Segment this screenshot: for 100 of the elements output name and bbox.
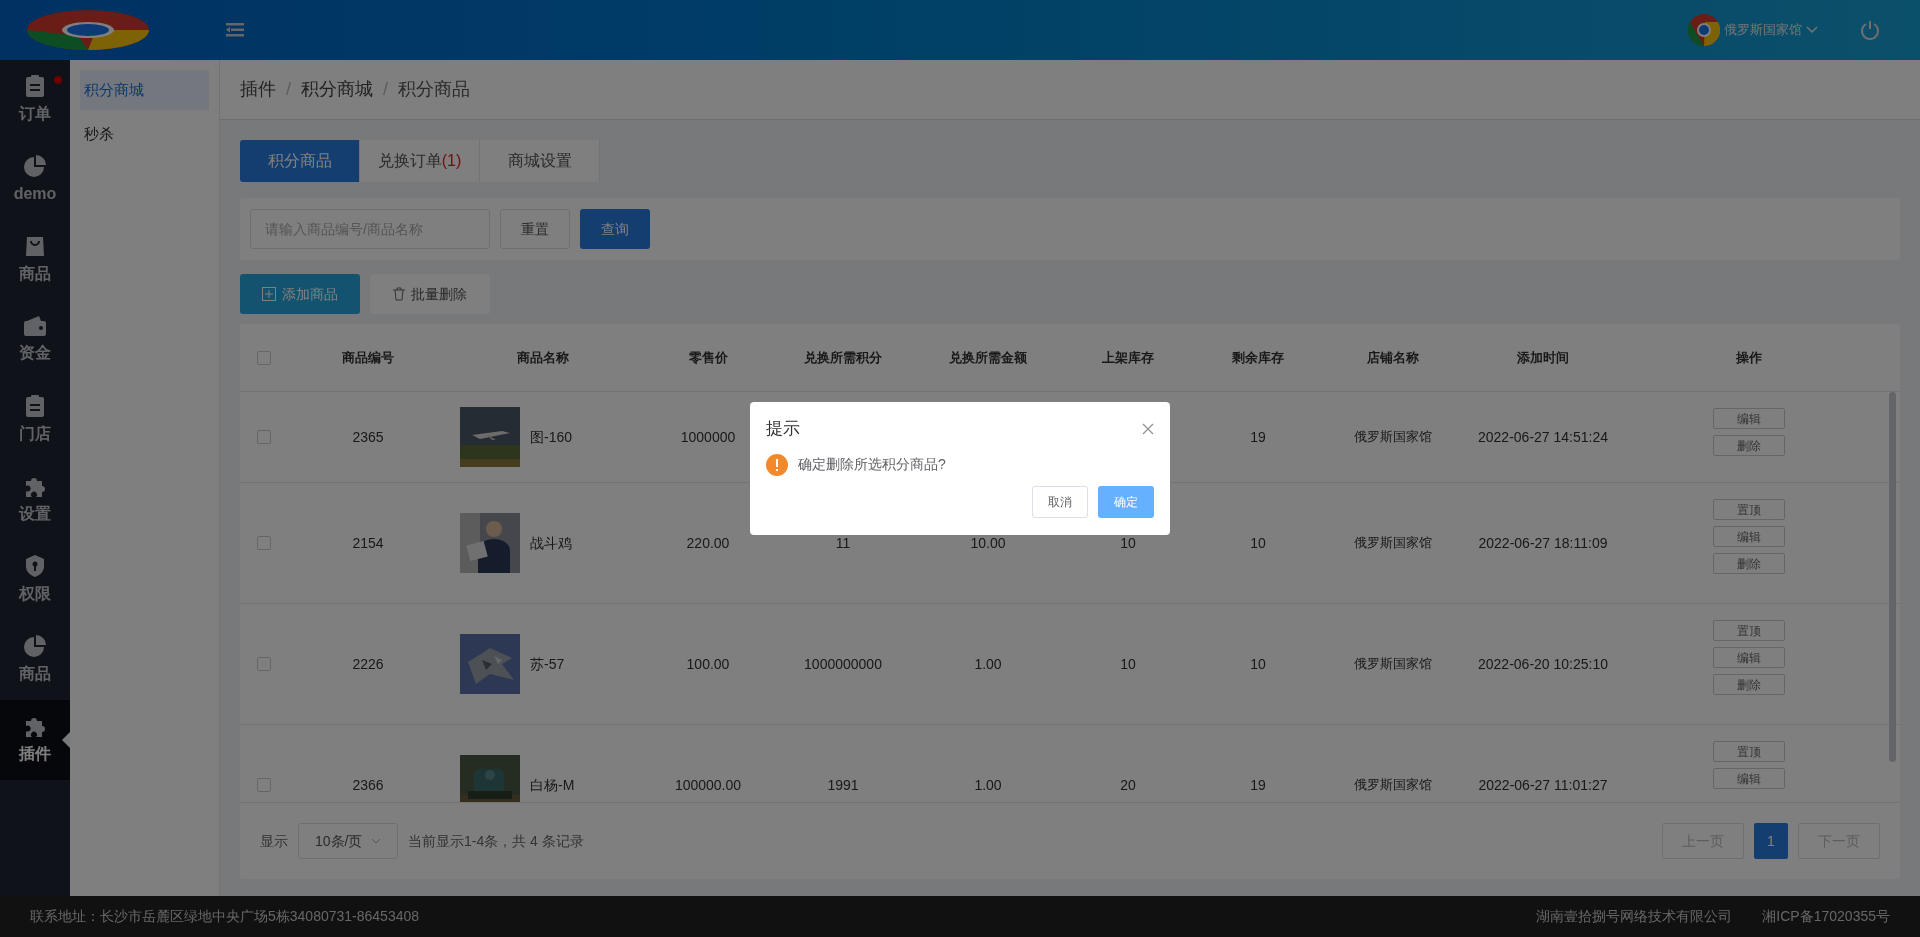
- close-icon[interactable]: [1142, 422, 1154, 435]
- nav-item[interactable]: 订单: [0, 60, 70, 140]
- tab[interactable]: 商城设置: [480, 140, 600, 182]
- wallet-icon: [23, 315, 47, 337]
- table-cell-text: 俄罗斯国家馆: [1354, 776, 1432, 795]
- row-action-button[interactable]: 删除: [1713, 435, 1785, 456]
- table-cell-text: 战斗鸡: [530, 533, 572, 553]
- nav-item[interactable]: 资金: [0, 300, 70, 380]
- table-cell-text: 220.00: [686, 533, 730, 553]
- row-action-button[interactable]: 编辑: [1713, 647, 1785, 668]
- cancel-button[interactable]: 取消: [1032, 485, 1088, 518]
- nav-label: 插件: [19, 744, 51, 764]
- nav-item[interactable]: demo: [0, 140, 70, 220]
- table-cell-text: 11: [835, 533, 851, 553]
- table-cell-text: 俄罗斯国家馆: [1354, 534, 1432, 553]
- add-button[interactable]: 添加商品: [240, 274, 360, 314]
- table-cell-text: 19: [1250, 427, 1266, 447]
- table-cell-text: 100000.00: [674, 775, 742, 795]
- pie-chart-icon: [23, 634, 47, 658]
- power-icon[interactable]: [1860, 20, 1880, 40]
- row-checkbox[interactable]: [257, 657, 271, 671]
- table-cell-text: 2226: [352, 654, 384, 674]
- bag-icon: [24, 234, 46, 258]
- breadcrumb-separator: /: [286, 78, 291, 101]
- table-cell-text: 白杨-M: [530, 775, 575, 795]
- column-header: 兑换所需积分: [804, 348, 882, 367]
- nav-label: 权限: [19, 584, 51, 604]
- column-header: 剩余库存: [1232, 348, 1284, 367]
- submenu-item[interactable]: 秒杀: [80, 114, 209, 154]
- table-cell-text: 2022-06-20 10:25:10: [1478, 654, 1608, 674]
- tab[interactable]: 兑换订单(1): [360, 140, 480, 182]
- row-action-button[interactable]: 置顶: [1713, 499, 1785, 520]
- column-header: 兑换所需金额: [949, 348, 1027, 367]
- nav-label: 设置: [19, 504, 51, 524]
- page-size-label: 显示: [260, 831, 288, 851]
- reset-button[interactable]: 重置: [500, 209, 570, 249]
- record-summary: 当前显示1-4条，共 4 条记录: [408, 831, 584, 851]
- table-cell-text: 19: [1250, 775, 1266, 795]
- footer-icp: 湘ICP备17020355号: [1762, 907, 1890, 926]
- table-cell-text: 10: [1250, 654, 1266, 674]
- row-action-button[interactable]: 置顶: [1713, 741, 1785, 762]
- table-cell-text: 苏-57: [530, 654, 565, 674]
- breadcrumb-link[interactable]: 积分商城: [301, 76, 373, 103]
- warning-icon: [766, 453, 788, 476]
- trash-icon: [393, 287, 405, 301]
- column-header: 操作: [1736, 348, 1762, 367]
- table-cell-text: 2154: [352, 533, 384, 553]
- chevron-down-icon: [1806, 26, 1818, 34]
- nav-item[interactable]: 商品: [0, 220, 70, 300]
- clipboard-icon: [24, 394, 46, 418]
- nav-item[interactable]: 商品: [0, 620, 70, 700]
- chevron-down-icon: [371, 838, 381, 844]
- table-cell-text: 1.00: [974, 654, 1002, 674]
- search-button[interactable]: 查询: [580, 209, 650, 249]
- column-header: 商品名称: [517, 348, 569, 367]
- row-checkbox[interactable]: [257, 430, 271, 444]
- breadcrumb-link[interactable]: 插件: [240, 76, 276, 103]
- column-header: 添加时间: [1517, 348, 1569, 367]
- nav-label: 商品: [19, 664, 51, 684]
- table-cell-text: 10: [1250, 533, 1266, 553]
- batch-delete-button[interactable]: 批量删除: [370, 274, 490, 314]
- page-size-select[interactable]: 10条/页: [298, 823, 398, 859]
- nav-item[interactable]: 门店: [0, 380, 70, 460]
- page-button[interactable]: 1: [1754, 823, 1788, 859]
- row-action-button[interactable]: 编辑: [1713, 768, 1785, 789]
- select-all-checkbox[interactable]: [257, 350, 271, 365]
- footer-company: 湖南壹拾捌号网络技术有限公司: [1536, 907, 1733, 926]
- menu-icon[interactable]: [226, 23, 244, 37]
- row-action-button[interactable]: 删除: [1713, 674, 1785, 695]
- table-cell-text: 10.00: [970, 533, 1006, 553]
- table-cell-text: 俄罗斯国家馆: [1354, 428, 1432, 447]
- row-action-button[interactable]: 编辑: [1713, 526, 1785, 547]
- table-cell-text: 1991: [827, 775, 859, 795]
- table-cell-text: 2022-06-27 14:51:24: [1478, 427, 1608, 447]
- user-menu[interactable]: 俄罗斯国家馆: [1688, 14, 1818, 46]
- row-checkbox[interactable]: [257, 536, 271, 550]
- row-action-button[interactable]: 置顶: [1713, 620, 1785, 641]
- table-cell-text: 10: [1120, 533, 1136, 553]
- avatar-icon: [1688, 14, 1720, 46]
- table-cell-text: 1.00: [974, 775, 1002, 795]
- tab[interactable]: 积分商品: [240, 140, 360, 182]
- dialog-message: 确定删除所选积分商品?: [798, 455, 946, 474]
- shield-icon: [24, 554, 46, 578]
- nav-item[interactable]: 权限: [0, 540, 70, 620]
- table-cell-text: 2022-06-27 18:11:09: [1478, 533, 1608, 553]
- nav-item[interactable]: 设置: [0, 460, 70, 540]
- scrollbar-thumb[interactable]: [1889, 392, 1896, 762]
- column-header: 上架库存: [1102, 348, 1154, 367]
- nav-label: demo: [13, 184, 57, 204]
- nav-item[interactable]: 插件: [0, 700, 70, 780]
- table-cell-text: 100.00: [686, 654, 730, 674]
- store-name: 俄罗斯国家馆: [1724, 21, 1802, 40]
- table-cell-text: 2366: [352, 775, 384, 795]
- row-action-button[interactable]: 删除: [1713, 553, 1785, 574]
- table-cell-text: 图-160: [530, 427, 573, 447]
- row-checkbox[interactable]: [257, 778, 271, 792]
- confirm-button[interactable]: 确定: [1098, 485, 1154, 518]
- row-action-button[interactable]: 编辑: [1713, 408, 1785, 429]
- submenu-item[interactable]: 积分商城: [80, 70, 209, 110]
- table-cell-text: 2022-06-27 11:01:27: [1478, 775, 1608, 795]
